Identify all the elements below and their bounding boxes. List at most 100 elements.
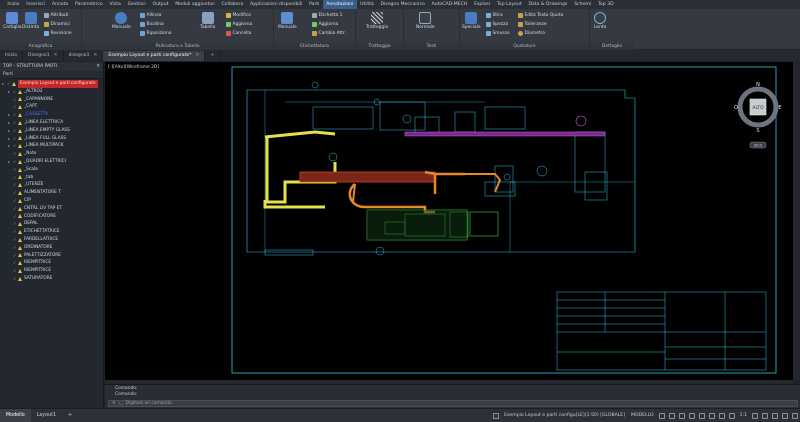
tree-item[interactable]: ✓ _Scala [0,166,103,174]
smusso-button[interactable]: Smusso [486,30,510,37]
tree-item[interactable]: ▸ ✓ _CASSETTA [0,111,103,119]
tabella-button[interactable]: Tabella [200,12,215,30]
annotation-scale[interactable]: 1:1 [737,413,750,418]
tree-item[interactable]: ✓ FARDELLATRICE [0,236,103,244]
aggiorna-etichetta-button[interactable]: Aggiorna [312,21,338,28]
tab-layout1[interactable]: Layout1 [31,409,62,422]
diametro-button[interactable]: Diametro [518,30,545,37]
edita-testo-quota-button[interactable]: Edita Testo Quota [518,12,563,19]
tree-item[interactable]: ✓ _CAPT [0,103,103,111]
close-icon[interactable]: ✕ [96,62,100,71]
bicolina-button[interactable]: Bicolina [140,21,164,28]
lineweight-icon[interactable] [718,412,725,419]
tree-item[interactable]: ▸ ✓ _LINEA MULTIPACK [0,142,103,150]
tolleranze-button[interactable]: Tolleranze [518,21,547,28]
vertical-scrollbar[interactable] [793,62,800,380]
tree-item[interactable]: ✓ CIP [0,197,103,205]
distinta-button[interactable]: Distinta [22,12,39,30]
command-input[interactable]: ✕ ›_ Digitare un comando [108,400,798,407]
ribbon-tab-schemi[interactable]: Schemi [571,0,595,9]
speciale-button[interactable]: Speciale [462,12,481,30]
grid-icon[interactable] [658,412,665,419]
aggiorna-button[interactable]: Aggiorna [226,21,252,28]
lente-button[interactable]: Lente [594,12,606,30]
close-icon[interactable]: ✕ [94,53,98,58]
tree-item[interactable]: ✓ ALIMENTATORE T [0,189,103,197]
tree-item[interactable]: ✓ _Note [0,150,103,158]
dinamici-button[interactable]: Dinamici [44,21,70,28]
tree-item[interactable]: ▸ ✓ _LINEA EMPTY GLASS [0,127,103,135]
tree-item[interactable]: ✓ DEPAL [0,220,103,228]
ribbon-tab-disegno-meccanico[interactable]: Disegno Meccanico [377,0,428,9]
tree-item[interactable]: ▸ ✓ _QUADRI ELETTRICI [0,158,103,166]
tree-item[interactable]: ✓ ETICHETTATRICE [0,228,103,236]
gear-icon[interactable] [752,412,758,419]
riposiziona-button[interactable]: Riposiziona [140,30,171,37]
tree-item[interactable]: ▸ ✓ Esempio Layout e parti configurate [0,80,103,88]
tree-item[interactable]: ✓ CODIFICATORE [0,213,103,221]
tree-item[interactable]: ✓ SATURATORE [0,275,103,283]
stira-button[interactable]: Stira [486,12,503,19]
ribbon-tab-output[interactable]: Output [149,0,172,9]
space-toggle[interactable]: MODELLO [628,413,657,418]
tratteggio-button[interactable]: Tratteggio [366,12,388,30]
ribbon-tab-annotazioni[interactable]: Annotazioni [322,0,357,9]
snap-icon[interactable] [668,412,675,419]
allinea-button[interactable]: Allinea [140,12,161,19]
add-layout-icon[interactable]: + [62,409,78,422]
cartiglio-button[interactable]: Cartiglio [3,12,21,30]
testo-normale-button[interactable]: Normale [416,12,435,30]
ribbon-tab-top-3d[interactable]: Top 3D [595,0,617,9]
tree-item[interactable]: ✓ _CAPANNONE [0,96,103,104]
revisione-button[interactable]: Revisione [44,30,72,37]
ribbon-tab-vista[interactable]: Vista [106,0,124,9]
parts-filter[interactable]: Parti [0,71,103,79]
viewport-controls[interactable]: [-][Alto][Wireframe 2D] [108,65,159,70]
plus-icon[interactable] [762,412,768,419]
tree-item[interactable]: ✓ PALETTIZZATORE [0,252,103,260]
tree-item[interactable]: ✓ _UTENZE [0,181,103,189]
customize-icon[interactable] [792,412,798,419]
transparency-icon[interactable] [728,412,735,419]
tree-item[interactable]: ✓ _tab [0,174,103,182]
osnap-icon[interactable] [698,412,705,419]
tree-item[interactable]: ✓ ORDINATORE [0,244,103,252]
viewcube[interactable]: ALTO N S E O WCS [734,82,782,149]
ribbon-tab-esplosi[interactable]: Esplosi [471,0,494,9]
tree-item[interactable]: ▸ ✓ _LINEA FULL GLASS [0,135,103,143]
ribbon-tab-annota[interactable]: Annota [48,0,71,9]
close-icon[interactable]: ✕ [112,401,116,406]
ortho-icon[interactable] [678,412,685,419]
document-tab[interactable]: Esempio Layout e parti configurate* ✕ [103,51,206,61]
spezza-button[interactable]: Spezza [486,21,508,28]
ribbon-tab-inserisci[interactable]: Inserisci [23,0,49,9]
ribbon-tab-top-layout[interactable]: Top Layout [493,0,525,9]
manuale-etichetta-button[interactable]: Manuale [278,12,297,30]
ribbon-tab-collabora[interactable]: Collabora [218,0,247,9]
polar-icon[interactable] [688,412,695,419]
tab-modello[interactable]: Modello [0,408,31,422]
isolate-icon[interactable] [772,412,778,419]
close-icon[interactable]: ✕ [196,53,200,58]
modifica-button[interactable]: Modifica [226,12,251,19]
cancella-button[interactable]: Cancella [226,30,251,37]
ribbon-tab-inizio[interactable]: Inizio [4,0,23,9]
cambia-attr-button[interactable]: Cambia Attr. [312,30,346,37]
document-tab[interactable]: Disegno1 ✕ [23,51,64,61]
attributi-button[interactable]: Attributi [44,12,68,19]
ribbon-tab-moduli-aggiuntivi[interactable]: Moduli aggiuntivi [172,0,218,9]
drawing-viewport[interactable]: ALTO N S E O WCS [-][Alto][Wireframe 2D] [105,62,793,380]
ribbon-tab-parti[interactable]: Parti [306,0,323,9]
ribbon-tab-autocad-mech[interactable]: AutoCAD-MECH [428,0,471,9]
close-icon[interactable]: ✕ [54,53,58,58]
ribbon-tab-parametrico[interactable]: Parametrico [72,0,106,9]
document-tab[interactable]: Inizio [0,51,24,61]
tree-item[interactable]: ▸ ✓ _ALTRO2 [0,88,103,96]
tree-item[interactable]: ✓ RIEMPITRICE [0,267,103,275]
ribbon-tab-data-drawings[interactable]: Data & Drawings [525,0,571,9]
ribbon-tab-utilit-[interactable]: Utilità [357,0,377,9]
tree-item[interactable]: ▸ ✓ _LINEA ELETTRICA [0,119,103,127]
ribbon-tab-applicazioni-disponibili[interactable]: Applicazioni disponibili [247,0,306,9]
tree-item[interactable]: ✓ RIEMPITRICE [0,259,103,267]
otrack-icon[interactable] [708,412,715,419]
